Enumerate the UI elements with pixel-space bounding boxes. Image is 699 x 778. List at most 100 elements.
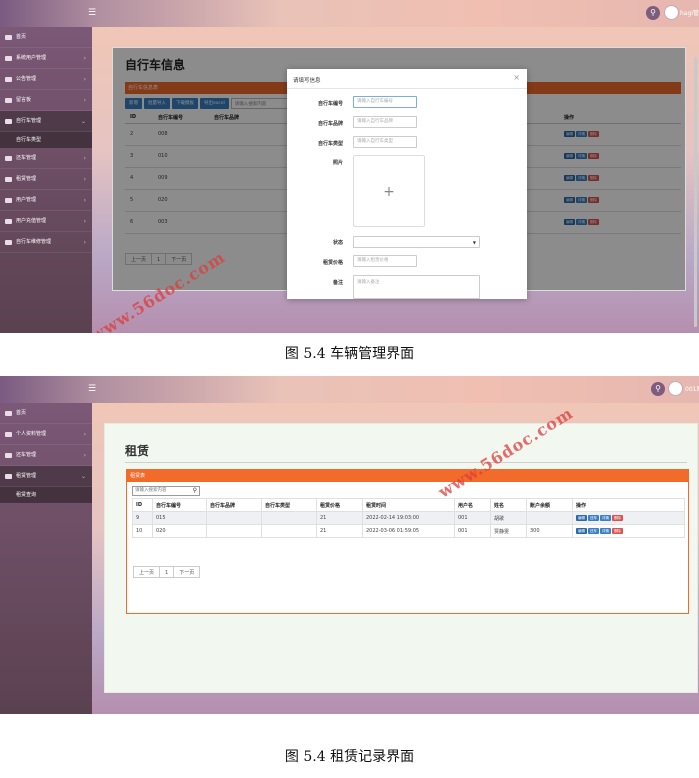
user-name[interactable]: 001回	[685, 384, 699, 393]
user-name[interactable]: hagi管理	[680, 8, 699, 17]
sidebar-item-return[interactable]: 还车管理 ›	[0, 445, 92, 466]
search-icon[interactable]: ⚲	[193, 487, 197, 495]
sidebar-item-home[interactable]: 首页	[0, 403, 92, 424]
page-1-button[interactable]: 1	[159, 566, 175, 578]
search-placeholder: 请输入搜索内容	[135, 488, 167, 493]
search-icon[interactable]: ⚲	[646, 6, 660, 20]
chevron-icon: ⌄	[80, 473, 86, 480]
field-label-price: 租赁价格	[322, 260, 343, 266]
rental-panel: 租赁 租赁表 请输入搜索内容 ⚲ ID 自行车编号 自行车品牌 自行车类型 租赁…	[104, 423, 698, 693]
scrollbar[interactable]	[694, 57, 697, 327]
menu-icon	[5, 77, 12, 82]
sidebar-item-bike-management[interactable]: 自行车管理 ⌄	[0, 111, 92, 132]
sidebar-item-recharge[interactable]: 用户充值管理 ›	[0, 211, 92, 232]
menu-icon	[5, 453, 12, 458]
search-input[interactable]: 请输入搜索内容 ⚲	[132, 486, 200, 496]
sidebar-item-rental[interactable]: 租赁管理 ›	[0, 169, 92, 190]
home-icon	[5, 35, 12, 40]
sidebar-subitem-bike-query[interactable]: 自行车类型	[0, 132, 92, 148]
figure-caption-1: 图 5.4 车辆管理界面	[284, 346, 415, 362]
table-row: 10 020 21 2022-03-06 01:59:05 001 贾静雯 30…	[132, 524, 685, 538]
field-label-bike-no: 自行车编号	[317, 101, 343, 107]
chevron-icon: ›	[83, 452, 86, 459]
chevron-icon: ›	[83, 155, 86, 162]
rental-card: 租赁表 请输入搜索内容 ⚲ ID 自行车编号 自行车品牌 自行车类型 租赁价格 …	[126, 469, 689, 614]
sidebar-item-rental[interactable]: 租赁管理 ⌄	[0, 466, 92, 487]
sidebar-item-system-users[interactable]: 系统用户管理 ›	[0, 48, 92, 69]
avatar[interactable]	[668, 381, 683, 396]
search-icon[interactable]: ⚲	[651, 382, 665, 396]
sidebar-item-users[interactable]: 用户管理 ›	[0, 190, 92, 211]
menu-toggle-icon[interactable]: ☰	[88, 8, 98, 18]
rental-table: ID 自行车编号 自行车品牌 自行车类型 租赁价格 租赁时间 用户名 姓名 账户…	[132, 498, 685, 538]
bike-no-input[interactable]: 请输入自行车编号	[353, 96, 417, 108]
menu-icon	[5, 474, 12, 479]
edit-button[interactable]: 编辑	[576, 528, 587, 534]
sidebar-item-messages[interactable]: 留言板 ›	[0, 90, 92, 111]
sidebar-item-return[interactable]: 还车管理 ›	[0, 148, 92, 169]
sidebar-subitem-rental-query[interactable]: 租赁查询	[0, 487, 92, 503]
table-header-bar: 租赁表	[127, 470, 688, 482]
delete-button[interactable]: 删除	[612, 528, 623, 534]
chevron-icon: ›	[83, 218, 86, 225]
table-row: 9 015 21 2022-02-14 19:03:00 001 胡歌 编辑 还车…	[132, 511, 685, 525]
chevron-icon: ›	[83, 197, 86, 204]
menu-icon	[5, 119, 12, 124]
close-icon[interactable]: ×	[513, 73, 520, 82]
chevron-icon: ›	[83, 239, 86, 246]
price-input[interactable]: 请输入租赁价格	[353, 255, 417, 267]
sidebar: 首页 个人资料管理 › 还车管理 › 租赁管理 ⌄ 租赁查询	[0, 403, 92, 714]
page-title: 租赁	[125, 444, 150, 458]
chevron-icon: ›	[83, 55, 86, 62]
edit-button[interactable]: 编辑	[576, 515, 587, 521]
detail-button[interactable]: 详情	[600, 515, 611, 521]
menu-icon	[5, 198, 12, 203]
type-input[interactable]: 请输入自行车类型	[353, 136, 417, 148]
menu-icon	[5, 177, 12, 182]
delete-button[interactable]: 删除	[612, 515, 623, 521]
field-label-status: 状态	[332, 240, 343, 246]
menu-icon	[5, 156, 12, 161]
screenshot-rental-records: ☰ ⚲ 001回 首页 个人资料管理› 还车管理› 租赁管理⌄ 租赁查询 租赁 …	[0, 376, 699, 714]
info-modal: 请填写信息 × 自行车编号 请输入自行车编号 自行车品牌 请输入自行车品牌 自行…	[287, 69, 527, 299]
return-button[interactable]: 还车	[588, 528, 599, 534]
menu-icon	[5, 219, 12, 224]
photo-upload[interactable]: +	[353, 155, 425, 227]
col-actions: 操作	[572, 498, 685, 512]
chevron-icon: ›	[83, 431, 86, 438]
chevron-icon: ›	[83, 76, 86, 83]
avatar[interactable]	[664, 5, 679, 20]
sidebar-item-home[interactable]: 首页	[0, 27, 92, 48]
menu-toggle-icon[interactable]: ☰	[88, 384, 98, 394]
menu-icon	[5, 240, 12, 245]
field-label-photo: 照片	[332, 160, 343, 166]
chevron-icon: ›	[83, 176, 86, 183]
status-select[interactable]: ▼	[353, 236, 480, 248]
col-time: 租赁时间	[362, 498, 455, 512]
chevron-icon: ⌄	[80, 118, 86, 125]
sidebar-item-notice[interactable]: 公告管理 ›	[0, 69, 92, 90]
col-balance: 账户余额	[526, 498, 573, 512]
col-brand: 自行车品牌	[206, 498, 262, 512]
modal-title: 请填写信息	[293, 78, 321, 84]
return-button[interactable]: 还车	[588, 515, 599, 521]
menu-icon	[5, 432, 12, 437]
field-label-brand: 自行车品牌	[317, 121, 343, 127]
detail-button[interactable]: 详情	[600, 528, 611, 534]
col-name: 姓名	[490, 498, 527, 512]
pagination: 上一页 1 下一页	[133, 566, 201, 578]
top-bar: ☰ ⚲ 001回	[0, 376, 699, 403]
col-price: 租赁价格	[316, 498, 363, 512]
sidebar-item-profile[interactable]: 个人资料管理 ›	[0, 424, 92, 445]
field-label-remark: 备注	[332, 280, 343, 286]
remark-textarea[interactable]: 请输入备注	[353, 275, 480, 299]
menu-icon	[5, 98, 12, 103]
prev-page-button[interactable]: 上一页	[133, 566, 161, 578]
brand-input[interactable]: 请输入自行车品牌	[353, 116, 417, 128]
next-page-button[interactable]: 下一页	[173, 566, 201, 578]
divider	[287, 88, 527, 89]
sidebar-item-repair[interactable]: 自行车维修管理 ›	[0, 232, 92, 253]
menu-icon	[5, 56, 12, 61]
sidebar: 首页 系统用户管理 › 公告管理 › 留言板 › 自行车管理 ⌄ 自行车类型 还车管理 ›…	[0, 27, 92, 333]
top-bar: ☰ ⚲ hagi管理	[0, 0, 699, 27]
